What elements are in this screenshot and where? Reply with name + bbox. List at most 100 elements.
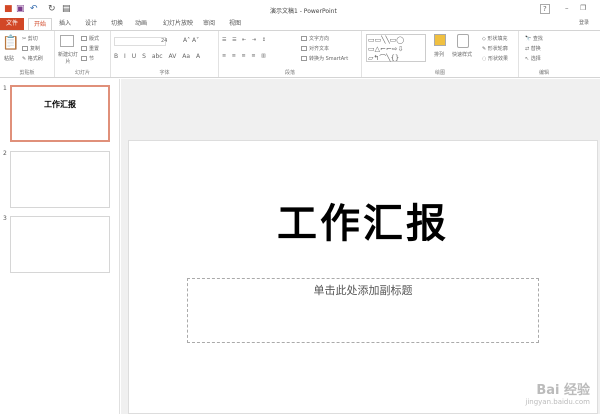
shape-fill-label: 形状填充 (487, 36, 508, 42)
binoculars-icon: 🔭 (525, 36, 533, 42)
slides-group: 新建幻灯片 版式 重置 节 幻灯片 (55, 31, 111, 77)
editing-label: 编辑 (538, 70, 549, 76)
watermark-url: jingyan.baidu.com (525, 398, 590, 406)
slide-number: 1 (3, 85, 7, 92)
underline-button[interactable]: U (132, 53, 136, 60)
slide-thumbnail-1[interactable]: 工作汇报 (10, 85, 110, 142)
undo-icon[interactable]: ↶ (30, 4, 38, 14)
tab-animations[interactable]: 动画 (130, 18, 152, 30)
shape-fill-button[interactable]: ◇ 形状填充 (482, 35, 507, 42)
redo-icon[interactable]: ↻ (48, 4, 56, 14)
cut-button[interactable]: ✂ 剪切 (22, 35, 38, 42)
shape-effects-label: 形状效果 (487, 56, 508, 62)
shape-outline-button[interactable]: ✎ 形状轮廓 (482, 45, 508, 52)
find-button[interactable]: 🔭 查找 (525, 35, 543, 42)
drawing-label: 绘图 (434, 70, 445, 76)
slide-thumbnail-2[interactable] (10, 151, 110, 208)
slide-number: 2 (3, 150, 7, 157)
font-format-buttons[interactable]: B I U S abc AV Aa A (114, 53, 200, 60)
font-color-button[interactable]: A (196, 53, 200, 60)
list-icons[interactable]: ☰ ☰ ⇤ ⇥ ↕ (222, 37, 268, 43)
align-text-icon (301, 46, 307, 51)
watermark-logo: Bai 经验 (536, 383, 590, 398)
restore-button[interactable]: ❐ (580, 4, 586, 12)
ribbon-tabs: 文件 开始 插入 设计 切换 动画 幻灯片放映 审阅 视图 (0, 18, 600, 30)
reset-label: 重置 (89, 46, 100, 52)
replace-label: 替换 (530, 46, 541, 52)
new-slide-button[interactable]: 新建幻灯片 (57, 51, 79, 65)
text-direction-icon (301, 36, 307, 41)
paste-icon: 📋 (2, 35, 20, 51)
paragraph-group: ☰ ☰ ⇤ ⇥ ↕ ≡ ≡ ≡ ≡ ▥ 文字方向 对齐文本 转换为 SmartA… (219, 31, 362, 77)
section-button[interactable]: 节 (81, 55, 94, 62)
tab-design[interactable]: 设计 (80, 18, 102, 30)
smartart-button[interactable]: 转换为 SmartArt (301, 55, 348, 62)
font-size-input[interactable]: 24 (161, 38, 167, 44)
layout-label: 版式 (89, 36, 100, 42)
tab-transitions[interactable]: 切换 (106, 18, 128, 30)
baidu-watermark: Bai 经验 jingyan.baidu.com (525, 379, 590, 406)
italic-button[interactable]: I (124, 53, 126, 60)
shape-effects-button[interactable]: ◌ 形状效果 (482, 55, 508, 62)
reset-button[interactable]: 重置 (81, 45, 99, 52)
quick-styles-icon (457, 34, 469, 48)
subtitle-placeholder[interactable]: 单击此处添加副标题 (187, 278, 539, 343)
clipboard-group: 📋 粘贴 ✂ 剪切 复制 ✎ 格式刷 剪贴板 (0, 31, 55, 77)
section-icon (81, 56, 87, 61)
align-text-button[interactable]: 对齐文本 (301, 45, 329, 52)
tab-review[interactable]: 审阅 (198, 18, 220, 30)
grow-font-icon[interactable]: A˄ A˅ (183, 37, 199, 44)
tab-home[interactable]: 开始 (28, 18, 53, 30)
tab-insert[interactable]: 插入 (54, 18, 76, 30)
shapes-gallery[interactable]: ▭▭╲╲▭◯ ▭△⌐⌐⇨⇩ ▱↰⌒╲{} (366, 34, 426, 62)
help-button[interactable]: ? (540, 4, 550, 14)
copy-label: 复制 (30, 46, 41, 52)
format-painter-label: 格式刷 (27, 56, 43, 62)
section-label: 节 (89, 56, 95, 62)
drawing-group: ▭▭╲╲▭◯ ▭△⌐⌐⇨⇩ ▱↰⌒╲{} 排列 快速样式 ◇ 形状填充 ✎ 形状… (362, 31, 519, 77)
editing-group: 🔭 查找 ⇄ 替换 ↖ 选择 编辑 (519, 31, 569, 77)
copy-button[interactable]: 复制 (22, 45, 40, 52)
shape-outline-label: 形状轮廓 (487, 46, 508, 52)
clipboard-label: 剪贴板 (19, 70, 35, 76)
cut-label: 剪切 (27, 36, 38, 42)
slide-canvas[interactable]: 工作汇报 单击此处添加副标题 (128, 140, 598, 414)
bold-button[interactable]: B (114, 53, 118, 60)
shadow-button[interactable]: S (142, 53, 146, 60)
start-slideshow-icon[interactable]: ▤ (62, 4, 71, 14)
spacing-button[interactable]: AV (169, 53, 177, 60)
app-icon: ■ (4, 4, 13, 14)
layout-icon (81, 36, 87, 41)
minimize-button[interactable]: – (565, 4, 569, 12)
font-group: 24 A˄ A˅ B I U S abc AV Aa A 字体 (111, 31, 219, 77)
tab-view[interactable]: 视图 (224, 18, 246, 30)
select-button[interactable]: ↖ 选择 (525, 55, 541, 62)
quick-styles-button[interactable]: 快速样式 (452, 51, 472, 58)
layout-button[interactable]: 版式 (81, 35, 99, 42)
paragraph-label: 段落 (284, 70, 295, 76)
font-label: 字体 (159, 70, 170, 76)
replace-button[interactable]: ⇄ 替换 (525, 45, 541, 52)
smartart-label: 转换为 SmartArt (309, 56, 349, 62)
text-direction-button[interactable]: 文字方向 (301, 35, 329, 42)
thumbnail-title: 工作汇报 (44, 100, 76, 109)
copy-icon (22, 46, 28, 51)
format-painter-button[interactable]: ✎ 格式刷 (22, 55, 43, 62)
paste-button[interactable]: 粘贴 (4, 55, 14, 62)
change-case-button[interactable]: Aa (182, 53, 190, 60)
font-name-input[interactable] (114, 37, 166, 46)
find-label: 查找 (532, 36, 543, 42)
align-text-label: 对齐文本 (309, 46, 330, 52)
save-icon[interactable]: ▣ (16, 4, 25, 14)
slide-number: 3 (3, 215, 7, 222)
align-icons[interactable]: ≡ ≡ ≡ ≡ ▥ (222, 53, 268, 59)
title-bar: ■ ▣ ↶ ↻ ▤ 演示文稿1 - PowerPoint ? – ❐ 登录 (0, 0, 600, 26)
slide-title[interactable]: 工作汇报 (129, 191, 597, 249)
strikethrough-button[interactable]: abc (152, 53, 163, 60)
arrange-button[interactable]: 排列 (434, 51, 444, 58)
select-label: 选择 (530, 56, 541, 62)
tab-file[interactable]: 文件 (0, 18, 24, 30)
tab-slideshow[interactable]: 幻灯片放映 (158, 18, 198, 30)
slides-label: 幻灯片 (74, 70, 90, 76)
slide-thumbnail-3[interactable] (10, 216, 110, 273)
